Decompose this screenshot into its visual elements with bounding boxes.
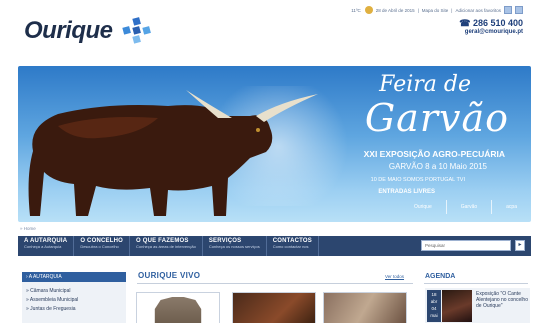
sidebar-heading[interactable]: › A AUTARQUIA [22,272,126,282]
weather-sun-icon [364,6,373,14]
bull-image [28,90,318,216]
logo-text: Ourique [24,17,113,44]
breadcrumb[interactable]: » Home [20,226,36,231]
view-all-link[interactable]: Ver todos [385,274,404,279]
font-size-decrease-icon[interactable] [504,6,512,14]
nav-item-subtitle: Conheça as áreas de intervenção [135,244,196,249]
favorites-link[interactable]: Adicionar aos favoritos [455,8,501,13]
contact-info: ☎ 286 510 400 geral@cmourique.pt [459,18,523,35]
sponsor-logo-ourique: Ourique [413,204,432,210]
hero-banner[interactable]: Feira de Garvão XXI EXPOSIÇÃO AGRO-PECUÁ… [18,66,531,222]
nav-item-subtitle: Conheça a Autarquia [24,244,62,249]
nav-item-o-que-fazemos[interactable]: O QUE FAZEMOS Conheça as áreas de interv… [130,236,203,256]
search-submit-button[interactable]: ▸ [515,240,525,251]
top-bar: 11ºC 28 de Abril de 2015 | Mapa do Site … [348,6,523,14]
agenda-event-image [442,290,472,322]
agenda-date-badge: 18 abr 04 mai [427,290,441,322]
phone-number: ☎ 286 510 400 [459,18,523,28]
email-address[interactable]: geral@cmourique.pt [459,29,523,35]
sidebar-item-camara[interactable]: » Câmara Municipal [26,288,122,294]
nav-item-contactos[interactable]: CONTACTOS Como contactar nos [267,236,319,256]
logo-cross-icon [121,17,151,44]
banner-subtitle: XXI EXPOSIÇÃO AGRO-PECUÁRIA [363,149,505,159]
sponsor-logo-acpa: acpa [506,204,517,210]
agenda-heading: AGENDA [425,273,456,280]
sitemap-link[interactable]: Mapa do Site [422,8,449,13]
banner-title-line1: Feira de [379,72,471,97]
agenda-event-title[interactable]: Exposição "O Cante Alentejano no concelh… [476,291,528,309]
news-thumbnail[interactable] [232,292,316,323]
divider [137,283,413,284]
divider [424,283,528,284]
nav-item-subtitle: Como contactar nos [272,244,309,249]
sidebar-item-assembleia[interactable]: » Assembleia Municipal [26,297,122,303]
nav-item-servicos[interactable]: SERVIÇOS Conheça os nossos serviços [203,236,267,256]
municipal-crest-icon [154,297,202,323]
sidebar-item-juntas[interactable]: » Juntas de Freguesia [26,306,122,312]
temperature: 11ºC [351,7,361,13]
banner-dates: GARVÃO 8 a 10 Maio 2015 [388,162,487,171]
nav-item-autarquia[interactable]: A AUTARQUIA Conheça a Autarquia [18,236,75,256]
nav-item-subtitle: Descubra o Concelho [80,244,119,249]
current-date: 28 de Abril de 2015 [375,7,415,13]
sidebar: › A AUTARQUIA » Câmara Municipal » Assem… [22,272,126,323]
agenda-event[interactable]: 18 abr 04 mai Exposição "O Cante Alentej… [425,288,530,323]
banner-sponsor-logos: Ourique Garvão acpa [414,200,517,214]
search-input[interactable]: Pesquisar [421,240,511,251]
banner-title-line2: Garvão [364,96,509,140]
ourique-vivo-heading: OURIQUE VIVO [138,271,201,280]
news-thumbnail[interactable] [323,292,407,323]
banner-tv-note: 10 DE MAIO SOMOS PORTUGAL TVI [370,177,465,183]
site-logo[interactable]: Ourique [24,16,153,46]
banner-free-entry: ENTRADAS LIVRES [378,189,435,195]
news-thumbnail[interactable] [136,292,220,323]
nav-item-subtitle: Conheça os nossos serviços [208,244,260,249]
font-size-increase-icon[interactable] [515,6,523,14]
nav-item-concelho[interactable]: O CONCELHO Descubra o Concelho [74,236,130,256]
sponsor-logo-garvao: Garvão [460,204,478,210]
main-navigation: A AUTARQUIA Conheça a Autarquia O CONCEL… [18,236,531,256]
